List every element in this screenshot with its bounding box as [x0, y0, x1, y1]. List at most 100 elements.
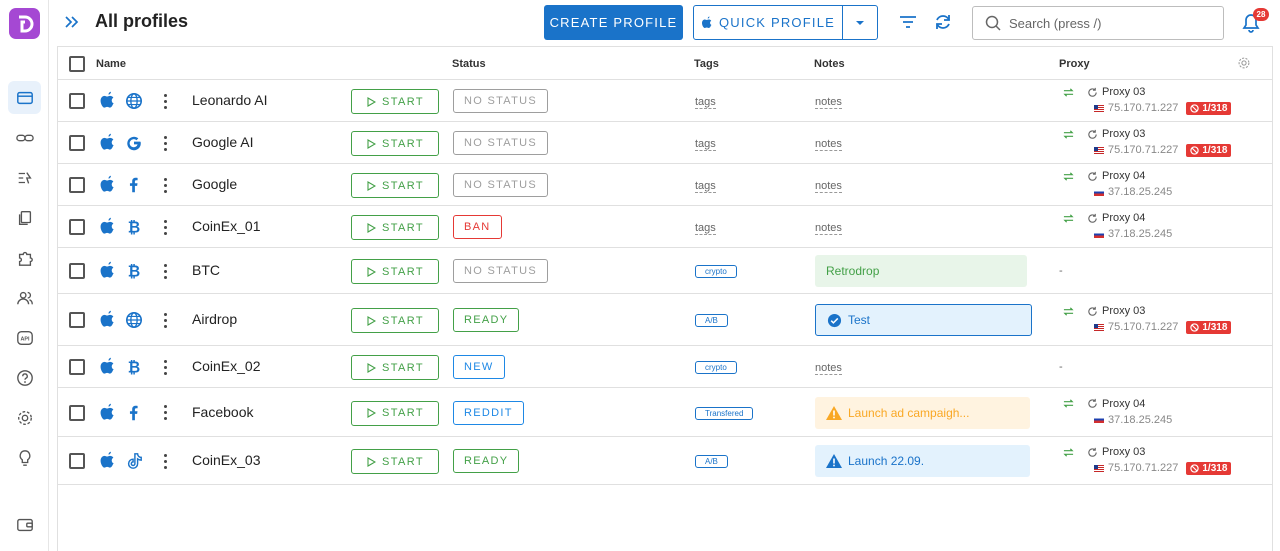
table-row[interactable]: Leonardo AI START NO STATUS tags notes Proxy…: [58, 80, 1272, 122]
nav-tips-icon[interactable]: [8, 441, 41, 474]
profile-name[interactable]: Google AI: [192, 134, 254, 150]
tags-link[interactable]: tags: [695, 180, 716, 193]
start-button[interactable]: START: [351, 308, 439, 333]
status-badge[interactable]: READY: [453, 449, 520, 473]
notes-link[interactable]: notes: [815, 362, 842, 375]
status-badge[interactable]: NO STATUS: [453, 89, 549, 113]
start-button[interactable]: START: [351, 259, 439, 284]
status-badge[interactable]: NO STATUS: [453, 173, 549, 197]
refresh-icon[interactable]: [933, 12, 953, 32]
tags-link[interactable]: tags: [695, 222, 716, 235]
col-tags[interactable]: Tags: [694, 58, 719, 70]
app-logo[interactable]: [9, 8, 40, 39]
notes-link[interactable]: notes: [815, 138, 842, 151]
note-box[interactable]: Test: [815, 304, 1032, 336]
col-name[interactable]: Name: [96, 58, 126, 70]
rotate-icon[interactable]: [1087, 213, 1098, 224]
profile-name[interactable]: CoinEx_01: [192, 218, 261, 234]
column-settings-icon[interactable]: [1237, 56, 1251, 70]
status-badge[interactable]: REDDIT: [453, 400, 524, 425]
expand-sidebar-icon[interactable]: [63, 13, 81, 31]
start-button[interactable]: START: [351, 355, 439, 380]
start-button[interactable]: START: [351, 400, 439, 426]
row-menu-icon[interactable]: [162, 452, 168, 470]
tags-link[interactable]: tags: [695, 96, 716, 109]
table-row[interactable]: ₿ CoinEx_02 START NEW crypto notes -: [58, 346, 1272, 388]
status-badge[interactable]: NO STATUS: [453, 259, 549, 283]
start-button[interactable]: START: [351, 89, 439, 114]
nav-settings-icon[interactable]: [8, 401, 41, 434]
proxy-cell[interactable]: Proxy 04 37.18.25.245: [1063, 397, 1172, 427]
start-button[interactable]: START: [351, 131, 439, 156]
rotate-icon[interactable]: [1087, 171, 1098, 182]
row-menu-icon[interactable]: [162, 92, 168, 110]
nav-automation-icon[interactable]: [8, 161, 41, 194]
row-checkbox[interactable]: [69, 453, 85, 469]
nav-link-icon[interactable]: [8, 121, 41, 154]
nav-api-icon[interactable]: API: [8, 321, 41, 354]
row-checkbox[interactable]: [69, 263, 85, 279]
rotate-icon[interactable]: [1087, 447, 1098, 458]
note-box[interactable]: Retrodrop: [815, 255, 1027, 287]
row-menu-icon[interactable]: [162, 176, 168, 194]
nav-team-icon[interactable]: [8, 281, 41, 314]
search-input[interactable]: Search (press /): [972, 6, 1224, 40]
nav-extensions-icon[interactable]: [8, 241, 41, 274]
filter-icon[interactable]: [898, 12, 918, 32]
proxy-cell[interactable]: Proxy 04 37.18.25.245: [1063, 169, 1172, 199]
row-menu-icon[interactable]: [162, 218, 168, 236]
status-badge[interactable]: READY: [453, 308, 520, 332]
create-profile-button[interactable]: CREATE PROFILE: [544, 5, 683, 40]
rotate-icon[interactable]: [1087, 306, 1098, 317]
nav-profiles-icon[interactable]: [8, 81, 41, 114]
tag-chip[interactable]: crypto: [695, 361, 737, 374]
row-checkbox[interactable]: [69, 359, 85, 375]
row-menu-icon[interactable]: [162, 404, 168, 422]
table-row[interactable]: Facebook START REDDIT Transfered Launch ad c…: [58, 388, 1272, 437]
note-box[interactable]: Launch ad campaigh...: [815, 396, 1030, 429]
row-menu-icon[interactable]: [162, 134, 168, 152]
nav-copy-icon[interactable]: [8, 201, 41, 234]
swap-icon[interactable]: [1063, 306, 1074, 317]
proxy-cell[interactable]: Proxy 03 75.170.71.227 1/318: [1063, 127, 1232, 157]
row-checkbox[interactable]: [69, 135, 85, 151]
profile-name[interactable]: Airdrop: [192, 311, 237, 327]
swap-icon[interactable]: [1063, 129, 1074, 140]
swap-icon[interactable]: [1063, 171, 1074, 182]
swap-icon[interactable]: [1063, 398, 1074, 409]
table-row[interactable]: ₿ BTC START NO STATUS crypto Retrodrop -: [58, 248, 1272, 294]
profile-name[interactable]: Google: [192, 176, 237, 192]
quick-profile-button[interactable]: QUICK PROFILE: [693, 5, 878, 40]
notes-link[interactable]: notes: [815, 96, 842, 109]
row-menu-icon[interactable]: [162, 358, 168, 376]
tags-link[interactable]: tags: [695, 138, 716, 151]
nav-wallet-icon[interactable]: [8, 508, 41, 541]
profile-name[interactable]: BTC: [192, 262, 220, 278]
rotate-icon[interactable]: [1087, 398, 1098, 409]
table-row[interactable]: Google START NO STATUS tags notes Proxy 04 3…: [58, 164, 1272, 206]
notes-link[interactable]: notes: [815, 180, 842, 193]
status-badge[interactable]: BAN: [453, 215, 502, 239]
row-checkbox[interactable]: [69, 93, 85, 109]
row-checkbox[interactable]: [69, 312, 85, 328]
table-row[interactable]: ₿ CoinEx_01 START BAN tags notes Proxy 04 37.…: [58, 206, 1272, 248]
profile-name[interactable]: Leonardo AI: [192, 92, 268, 108]
status-badge[interactable]: NEW: [453, 355, 505, 379]
col-notes[interactable]: Notes: [814, 58, 845, 70]
tag-chip[interactable]: crypto: [695, 265, 737, 278]
row-checkbox[interactable]: [69, 404, 85, 421]
row-checkbox[interactable]: [69, 219, 85, 235]
tag-chip[interactable]: A/B: [695, 314, 728, 327]
quick-profile-dropdown[interactable]: [843, 20, 877, 26]
start-button[interactable]: START: [351, 173, 439, 198]
row-menu-icon[interactable]: [162, 262, 168, 280]
table-row[interactable]: Airdrop START READY A/B Test Proxy 03 75.170…: [58, 294, 1272, 346]
status-badge[interactable]: NO STATUS: [453, 131, 549, 155]
col-status[interactable]: Status: [452, 58, 486, 70]
tag-chip[interactable]: Transfered: [695, 406, 754, 420]
tag-chip[interactable]: A/B: [695, 455, 728, 468]
proxy-cell[interactable]: Proxy 04 37.18.25.245: [1063, 211, 1172, 241]
rotate-icon[interactable]: [1087, 129, 1098, 140]
row-checkbox[interactable]: [69, 177, 85, 193]
start-button[interactable]: START: [351, 449, 439, 474]
